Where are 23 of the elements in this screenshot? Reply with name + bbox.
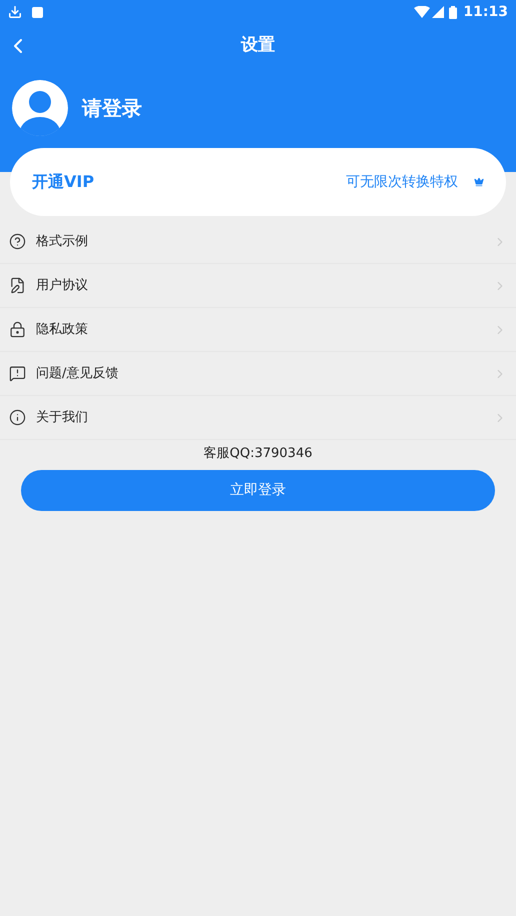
- support-contact: 客服QQ:3790346: [204, 445, 312, 463]
- menu-item[interactable]: 问题/意见反馈: [0, 352, 516, 396]
- document-icon: [9, 277, 26, 294]
- login-prompt[interactable]: 请登录: [82, 93, 142, 123]
- menu-item[interactable]: 关于我们: [0, 396, 516, 440]
- help-icon: [9, 233, 26, 250]
- message-alert-icon: [9, 365, 26, 382]
- vip-card[interactable]: 开通VIP 可无限次转换特权: [10, 148, 506, 216]
- menu-item[interactable]: 格式示例: [0, 220, 516, 264]
- notification-icon: [32, 6, 43, 18]
- download-icon: [8, 5, 22, 19]
- wifi-icon: [414, 6, 430, 18]
- avatar-icon: [12, 80, 68, 136]
- status-time: 11:13: [463, 2, 508, 22]
- menu-item[interactable]: 隐私政策: [0, 308, 516, 352]
- login-button[interactable]: 立即登录: [21, 470, 495, 510]
- signal-icon: [432, 6, 444, 18]
- page-title: 设置: [241, 34, 275, 58]
- lock-icon: [9, 321, 26, 338]
- crown-icon: [474, 177, 484, 187]
- menu-item[interactable]: 用户协议: [0, 264, 516, 308]
- info-icon: [9, 409, 26, 426]
- battery-icon: [449, 6, 458, 18]
